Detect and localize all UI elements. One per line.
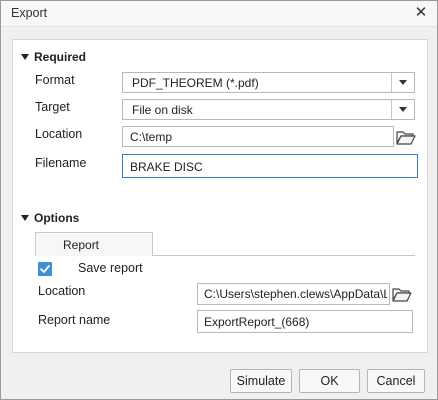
simulate-button[interactable]: Simulate: [230, 369, 292, 393]
close-icon[interactable]: ✕: [413, 4, 429, 22]
format-label: Format: [35, 73, 75, 87]
target-dropdown-button[interactable]: [391, 100, 414, 119]
location-field[interactable]: C:\temp: [122, 126, 394, 147]
report-location-value: C:\Users\stephen.clews\AppData\L: [204, 287, 387, 301]
save-report-checkbox[interactable]: [38, 262, 52, 276]
target-label: Target: [35, 100, 70, 114]
filename-field[interactable]: BRAKE DISC: [122, 154, 418, 178]
target-select[interactable]: File on disk: [122, 99, 415, 120]
title-bar: Export ✕: [1, 1, 437, 27]
tab-report[interactable]: Report: [35, 232, 153, 256]
required-section-header[interactable]: Required: [21, 50, 86, 64]
content-panel: Required Format PDF_THEOREM (*.pdf) Targ…: [12, 39, 428, 353]
folder-open-icon[interactable]: [396, 129, 416, 145]
checkmark-icon: [40, 265, 50, 273]
filename-value: BRAKE DISC: [130, 160, 203, 174]
export-dialog: Export ✕ Required Format PDF_THEOREM (*.…: [0, 0, 438, 400]
options-section-header[interactable]: Options: [21, 211, 79, 225]
save-report-label: Save report: [78, 261, 143, 275]
required-heading: Required: [34, 50, 87, 64]
format-select[interactable]: PDF_THEOREM (*.pdf): [122, 72, 415, 93]
report-location-field[interactable]: C:\Users\stephen.clews\AppData\L: [197, 283, 390, 305]
chevron-down-icon: [399, 107, 407, 112]
collapse-caret-icon: [21, 54, 29, 60]
report-name-field[interactable]: ExportReport_(668): [197, 310, 413, 333]
format-value: PDF_THEOREM (*.pdf): [132, 76, 259, 90]
location-value: C:\temp: [130, 130, 173, 144]
collapse-caret-icon: [21, 215, 29, 221]
ok-button[interactable]: OK: [299, 369, 360, 393]
options-heading: Options: [34, 211, 80, 225]
filename-label: Filename: [35, 156, 87, 170]
target-value: File on disk: [132, 103, 193, 117]
folder-open-icon[interactable]: [392, 286, 412, 302]
window-title: Export: [11, 6, 48, 20]
tab-divider: [153, 255, 415, 256]
chevron-down-icon: [399, 80, 407, 85]
report-location-label: Location: [38, 284, 86, 298]
report-name-label: Report name: [38, 313, 111, 327]
cancel-button[interactable]: Cancel: [367, 369, 425, 393]
location-label: Location: [35, 127, 83, 141]
report-name-value: ExportReport_(668): [204, 315, 310, 329]
format-dropdown-button[interactable]: [391, 73, 414, 92]
tab-report-label: Report: [63, 238, 100, 252]
